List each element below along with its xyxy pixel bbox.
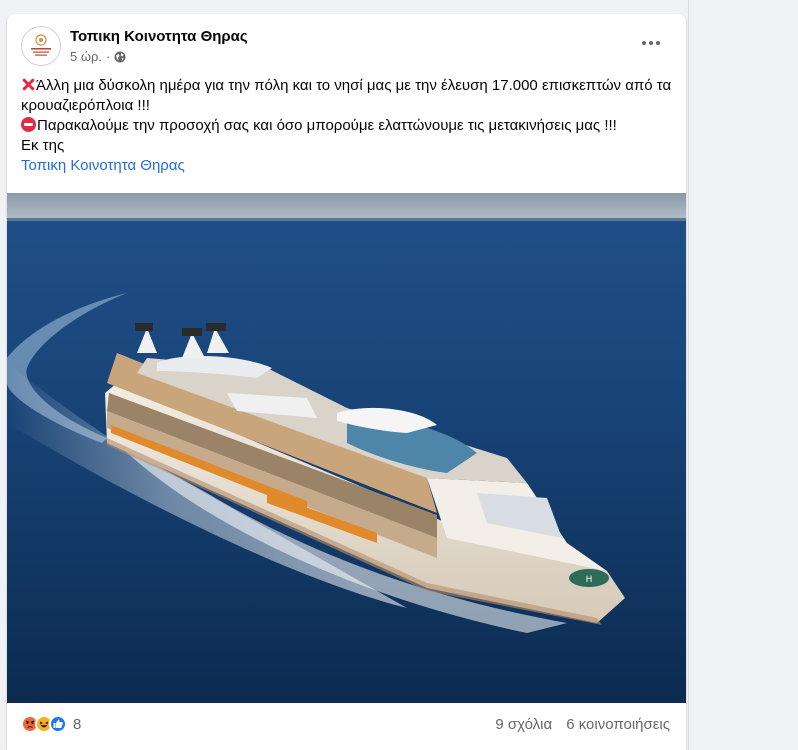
more-dot — [656, 41, 660, 45]
page-avatar[interactable] — [21, 26, 61, 66]
page-name[interactable]: Τοπικη Κοινοτητα Θηρας — [70, 28, 248, 45]
post-line-2: Παρακαλούμε την προσοχή σας και όσο μπορ… — [21, 116, 676, 136]
post-line-2-text: Παρακαλούμε την προσοχή σας και όσο μπορ… — [37, 117, 617, 134]
no-entry-icon — [21, 117, 36, 132]
post-meta: 5 ώρ. · — [70, 49, 126, 64]
right-background — [688, 0, 798, 750]
cross-mark-icon — [21, 77, 35, 91]
community-logo-icon — [22, 27, 60, 65]
source-prefix: Εκ της — [21, 137, 65, 154]
post-header: Τοπικη Κοινοτητα Θηρας 5 ώρ. · — [7, 14, 686, 70]
post-text: Άλλη μια δύσκολη ημέρα για την πόλη και … — [21, 76, 676, 176]
facebook-post: Τοπικη Κοινοτητα Θηρας 5 ώρ. · Άλλη μια … — [7, 14, 686, 750]
globe-icon — [114, 51, 126, 63]
post-footer: 8 9 σχόλια 6 κοινοποιήσεις — [7, 703, 686, 750]
more-options-button[interactable] — [633, 32, 669, 54]
post-photo-cruise-ship[interactable]: H — [7, 193, 686, 703]
reaction-summary[interactable]: 8 — [21, 715, 81, 733]
reaction-count: 8 — [73, 715, 82, 733]
cruise-ship-photo: H — [7, 193, 686, 703]
comments-count[interactable]: 9 σχόλια — [495, 716, 552, 733]
svg-text:H: H — [586, 575, 593, 585]
more-horizontal-icon — [642, 41, 646, 45]
source-link[interactable]: Τοπικη Κοινοτητα Θηρας — [21, 157, 185, 174]
shares-count[interactable]: 6 κοινοποιήσεις — [566, 716, 670, 733]
meta-separator: · — [106, 49, 111, 64]
post-line-1-text: Άλλη μια δύσκολη ημέρα για την πόλη και … — [21, 77, 672, 114]
post-line-1: Άλλη μια δύσκολη ημέρα για την πόλη και … — [21, 76, 676, 116]
more-dot — [649, 41, 653, 45]
engagement-stats: 9 σχόλια 6 κοινοποιήσεις — [495, 716, 670, 733]
column-divider — [688, 0, 689, 750]
post-time[interactable]: 5 ώρ. — [70, 49, 102, 64]
like-reaction-icon — [49, 715, 67, 733]
